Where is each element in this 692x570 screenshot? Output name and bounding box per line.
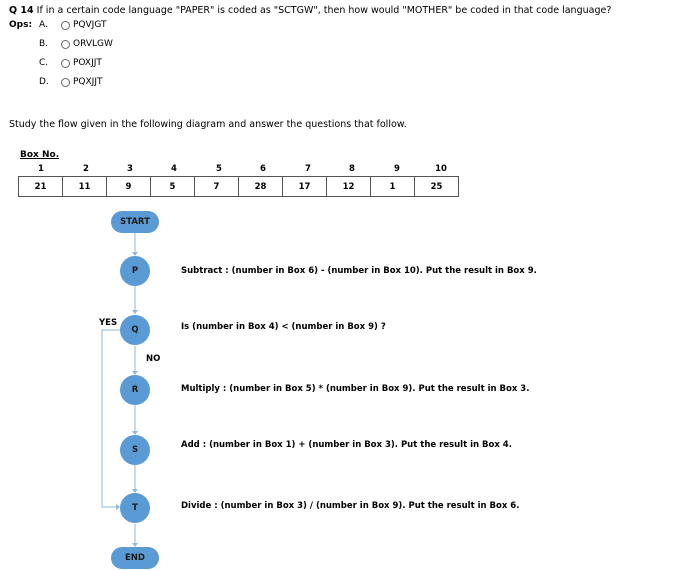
arrow-head <box>132 310 138 314</box>
step-t-node: T <box>120 493 150 523</box>
end-node: END <box>111 547 159 569</box>
step-s-node: S <box>120 435 150 465</box>
step-q-description: Is (number in Box 4) < (number in Box 9)… <box>181 322 386 332</box>
start-node: START <box>111 211 159 233</box>
flow-connectors <box>101 233 138 547</box>
step-t-description: Divide : (number in Box 3) / (number in … <box>181 501 520 511</box>
no-label: NO <box>146 354 161 364</box>
step-s-description: Add : (number in Box 1) + (number in Box… <box>181 440 512 450</box>
yes-label: YES <box>99 318 118 328</box>
step-q-node: Q <box>120 315 150 345</box>
step-r-node: R <box>120 375 150 405</box>
step-p-node: P <box>120 256 150 286</box>
step-r-description: Multiply : (number in Box 5) * (number i… <box>181 384 530 394</box>
yes-loop-line <box>101 329 121 508</box>
step-p-description: Subtract : (number in Box 6) - (number i… <box>181 266 537 276</box>
